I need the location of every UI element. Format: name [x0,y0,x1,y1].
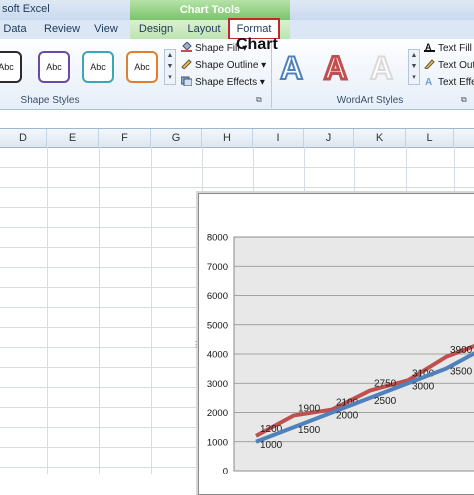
column-header-l[interactable]: L [406,129,454,147]
paint-bucket-icon [181,41,192,52]
data-label: 2000 [336,411,359,422]
shape-styles-group-label: Shape Styles [20,95,80,106]
text-fill-icon: A [424,42,435,52]
shape-effects-label: Shape Effects [195,77,258,88]
tab-design[interactable]: Design [136,20,176,39]
column-header-d[interactable]: D [0,129,47,147]
shape-fill-label: Shape Fill [195,43,240,54]
wordart-scroll[interactable]: ▲ ▼ ▾ [408,49,420,85]
column-header-partial[interactable] [454,129,474,147]
column-header-j[interactable]: J [304,129,354,147]
text-effects-button[interactable]: A Text Effe [424,76,474,88]
text-fill-button[interactable]: AText Fill ▾ [424,42,474,54]
shape-effects-icon [180,76,193,87]
shape-effects-button[interactable]: Shape Effects ▾ [180,76,265,88]
dialog-launcher-icon[interactable]: ⧉ [256,95,262,105]
column-header-h[interactable]: H [202,129,253,147]
y-tick-label: 6000 [207,291,228,302]
wordart-style-blue: A [280,50,303,86]
wordart-group-label: WordArt Styles [336,95,404,106]
chart-title[interactable]: Chart [236,36,278,54]
shape-style-3-label: Abc [90,62,106,72]
y-tick-label: 8000 [207,233,228,244]
data-label: 2500 [374,396,397,407]
column-header-g[interactable]: G [151,129,202,147]
text-effects-icon: A [424,76,435,88]
svg-text:A: A [425,77,432,86]
data-label: 1500 [298,425,321,436]
formula-bar-area [0,110,474,128]
shape-styles-scroll[interactable]: ▲ ▼ ▾ [164,49,176,85]
text-fill-label: Text Fill [438,43,472,54]
wordart-dialog-launcher-icon[interactable]: ⧉ [461,95,467,105]
pencil-icon [181,59,192,70]
shape-style-1-label: Abc [0,62,14,72]
shape-style-1[interactable]: Abc [0,51,22,83]
data-label: 3000 [412,381,435,392]
data-label: 1900 [298,403,321,414]
tab-review[interactable]: Review [44,20,80,39]
column-header-e[interactable]: E [47,129,99,147]
tab-layout[interactable]: Layout [184,20,224,39]
shape-outline-label: Shape Outline [195,60,259,71]
column-header-row: D E F G H I J K L [0,128,474,148]
text-effects-label: Text Effe [438,77,474,88]
shape-style-4-label: Abc [134,62,150,72]
data-label: 3500 [450,367,473,378]
shape-style-3[interactable]: Abc [82,51,114,83]
tab-view[interactable]: View [90,20,122,39]
y-tick-label: 2000 [207,408,228,419]
text-outline-button[interactable]: Text Out [424,59,474,71]
column-header-f[interactable]: F [99,129,151,147]
y-tick-label: 3000 [207,379,228,390]
wordart-style-red: A [324,50,347,86]
shape-style-4[interactable]: Abc [126,51,158,83]
wordart-style-gray: A [370,50,393,86]
tab-data[interactable]: Data [0,20,30,39]
y-tick-label: 7000 [207,262,228,273]
plot-area[interactable]: 0100020003000400050006000700080001200190… [198,193,474,474]
text-outline-icon [424,59,435,70]
y-tick-label: 4000 [207,350,228,361]
column-header-i[interactable]: I [253,129,304,147]
y-tick-label: 1000 [207,437,228,448]
y-tick-label: 0 [223,467,228,475]
column-header-k[interactable]: K [354,129,406,147]
y-tick-label: 5000 [207,320,228,331]
shape-style-2-label: Abc [46,62,62,72]
app-title: soft Excel [2,3,50,15]
text-outline-label: Text Out [438,60,474,71]
chart-tools-header: Chart Tools [130,0,290,20]
shape-style-2[interactable]: Abc [38,51,70,83]
shape-outline-button[interactable]: Shape Outline ▾ [181,59,266,71]
data-label: 1000 [260,440,283,451]
wordart-gallery[interactable]: A A A [278,47,408,88]
